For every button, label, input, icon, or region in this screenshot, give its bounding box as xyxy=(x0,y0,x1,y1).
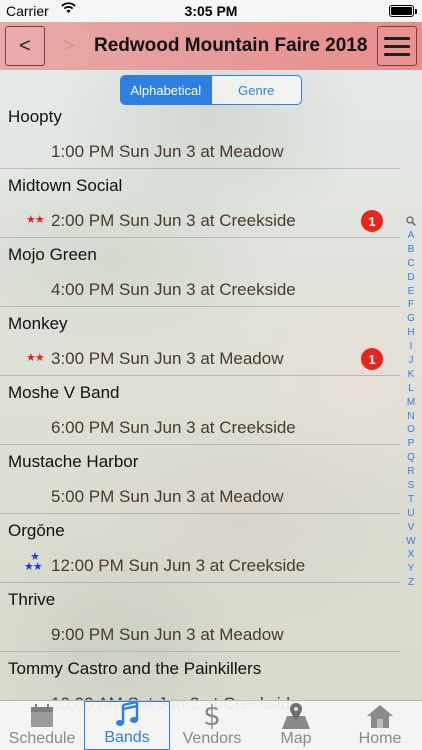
forward-button[interactable]: > xyxy=(49,26,89,66)
page-title: Redwood Mountain Faire 2018 xyxy=(94,35,368,56)
blue-stars-icon: ★ ★★ xyxy=(24,551,43,573)
event-time-location: 2:00 PM Sun Jun 3 at Creekside xyxy=(51,211,296,230)
tab-label: Map xyxy=(280,730,312,747)
index-letter[interactable]: M xyxy=(404,396,418,410)
band-header[interactable]: Mustache Harbor xyxy=(0,445,400,479)
band-header[interactable]: Midtown Social xyxy=(0,169,400,203)
hamburger-icon xyxy=(384,32,410,61)
tab-bands[interactable]: Bands xyxy=(84,701,170,750)
notification-badge: 1 xyxy=(361,210,383,232)
index-letter[interactable]: C xyxy=(404,257,418,271)
band-header[interactable]: Tommy Castro and the Painkillers xyxy=(0,652,400,686)
clock: 3:05 PM xyxy=(184,3,238,19)
index-letter[interactable]: U xyxy=(404,507,418,521)
index-letter[interactable]: X xyxy=(404,548,418,562)
index-letter[interactable]: P xyxy=(404,437,418,451)
band-header[interactable]: Mojo Green xyxy=(0,238,400,272)
index-letter[interactable]: L xyxy=(404,382,418,396)
band-name: Hoopty xyxy=(8,107,62,126)
index-letter[interactable]: O xyxy=(404,423,418,437)
band-name: Thrive xyxy=(8,590,56,609)
band-name: Midtown Social xyxy=(8,176,123,195)
index-letter[interactable]: J xyxy=(404,354,418,368)
band-name: Tommy Castro and the Painkillers xyxy=(8,659,262,678)
nav-bar: < > Redwood Mountain Faire 2018 xyxy=(0,22,422,70)
dollar-icon: $ xyxy=(203,698,221,732)
band-name: Mojo Green xyxy=(8,245,97,264)
index-letter[interactable]: G xyxy=(404,312,418,326)
index-letter[interactable]: Y xyxy=(404,562,418,576)
menu-button[interactable] xyxy=(377,26,417,66)
event-row[interactable]: 5:00 PM Sun Jun 3 at Meadow xyxy=(0,479,400,514)
index-letter[interactable]: Q xyxy=(404,451,418,465)
index-letter[interactable]: V xyxy=(404,521,418,535)
index-letter[interactable]: W xyxy=(404,535,418,549)
music-note-icon xyxy=(114,701,140,729)
event-time-location: 3:00 PM Sun Jun 3 at Meadow xyxy=(51,349,284,368)
index-letter[interactable]: A xyxy=(404,229,418,243)
event-row[interactable]: 1:00 PM Sun Jun 3 at Meadow xyxy=(0,134,400,169)
event-row[interactable]: 4:00 PM Sun Jun 3 at Creekside xyxy=(0,272,400,307)
event-row[interactable]: ★★ 2:00 PM Sun Jun 3 at Creekside 1 xyxy=(0,203,400,238)
index-letter[interactable]: B xyxy=(404,243,418,257)
tab-home[interactable]: Home xyxy=(338,701,422,750)
band-name: Orgōne xyxy=(8,521,65,540)
status-bar: Carrier 3:05 PM xyxy=(0,0,422,22)
event-time-location: 4:00 PM Sun Jun 3 at Creekside xyxy=(51,280,296,299)
event-time-location: 5:00 PM Sun Jun 3 at Meadow xyxy=(51,487,284,506)
index-letter[interactable]: I xyxy=(404,340,418,354)
event-row[interactable]: 6:00 PM Sun Jun 3 at Creekside xyxy=(0,410,400,445)
event-time-location: 6:00 PM Sun Jun 3 at Creekside xyxy=(51,418,296,437)
index-letter[interactable]: D xyxy=(404,271,418,285)
battery-icon xyxy=(389,5,414,17)
battery-tip xyxy=(415,9,417,14)
tab-map[interactable]: Map xyxy=(254,701,338,750)
event-row[interactable]: 9:00 PM Sun Jun 3 at Meadow xyxy=(0,617,400,652)
tab-vendors[interactable]: $ Vendors xyxy=(170,698,254,750)
band-header[interactable]: Orgōne xyxy=(0,514,400,548)
alphabet-index[interactable]: A B C D E F G H I J K L M N O P Q R S T … xyxy=(404,216,418,590)
index-letter[interactable]: K xyxy=(404,368,418,382)
red-stars-icon: ★★ xyxy=(26,214,45,226)
band-name: Moshe V Band xyxy=(8,383,120,402)
index-letter[interactable]: N xyxy=(404,410,418,424)
index-letter[interactable]: T xyxy=(404,493,418,507)
home-icon xyxy=(366,701,394,730)
band-header[interactable]: Moshe V Band xyxy=(0,376,400,410)
tab-bar: Schedule Bands $ Vendors Map Home xyxy=(0,698,422,750)
index-letter[interactable]: R xyxy=(404,465,418,479)
red-stars-icon: ★★ xyxy=(26,352,45,364)
event-time-location: 1:00 PM Sun Jun 3 at Meadow xyxy=(51,142,284,161)
tab-label: Vendors xyxy=(182,730,242,747)
band-header[interactable]: Monkey xyxy=(0,307,400,341)
band-name: Monkey xyxy=(8,314,68,333)
band-name: Mustache Harbor xyxy=(8,452,139,471)
tab-schedule[interactable]: Schedule xyxy=(0,701,84,750)
band-header[interactable]: Thrive xyxy=(0,583,400,617)
band-list: Hoopty 1:00 PM Sun Jun 3 at Meadow Midto… xyxy=(0,100,400,721)
calendar-icon xyxy=(29,701,55,730)
event-time-location: 9:00 PM Sun Jun 3 at Meadow xyxy=(51,625,284,644)
event-time-location: 12:00 PM Sun Jun 3 at Creekside xyxy=(51,556,306,575)
index-letter[interactable]: S xyxy=(404,479,418,493)
index-letter[interactable]: Z xyxy=(404,576,418,590)
tab-label: Bands xyxy=(104,729,150,746)
event-row[interactable]: ★★ 3:00 PM Sun Jun 3 at Meadow 1 xyxy=(0,341,400,376)
index-letter[interactable]: E xyxy=(404,285,418,299)
notification-badge: 1 xyxy=(361,348,383,370)
tab-label: Schedule xyxy=(8,730,76,747)
index-letter[interactable]: F xyxy=(404,298,418,312)
event-row[interactable]: ★ ★★ 12:00 PM Sun Jun 3 at Creekside xyxy=(0,548,400,583)
index-letter[interactable]: H xyxy=(404,326,418,340)
tab-label: Home xyxy=(358,730,402,747)
map-icon xyxy=(281,701,311,730)
back-button[interactable]: < xyxy=(5,26,45,66)
search-icon[interactable] xyxy=(404,216,418,229)
band-header[interactable]: Hoopty xyxy=(0,100,400,134)
